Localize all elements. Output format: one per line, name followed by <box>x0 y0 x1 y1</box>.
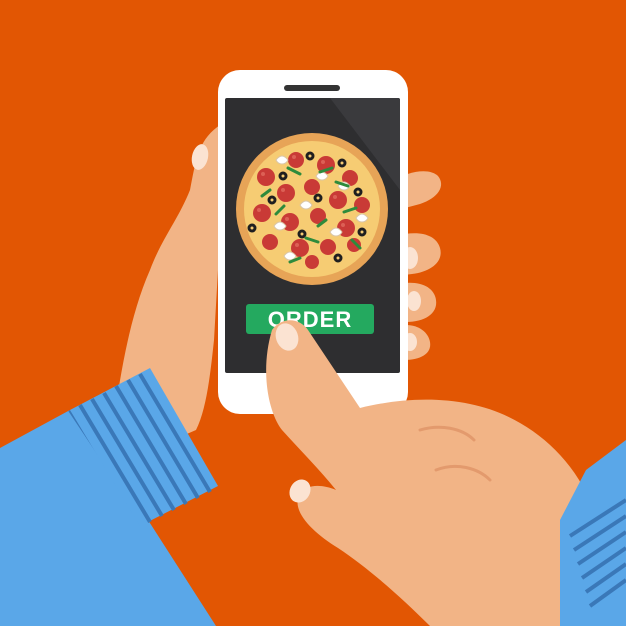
illustration-canvas: ORDER <box>0 0 626 626</box>
pizza-image <box>236 133 388 285</box>
order-button[interactable]: ORDER <box>246 304 374 334</box>
pizza-order-illustration: ORDER <box>0 0 626 626</box>
phone-speaker <box>284 85 340 91</box>
